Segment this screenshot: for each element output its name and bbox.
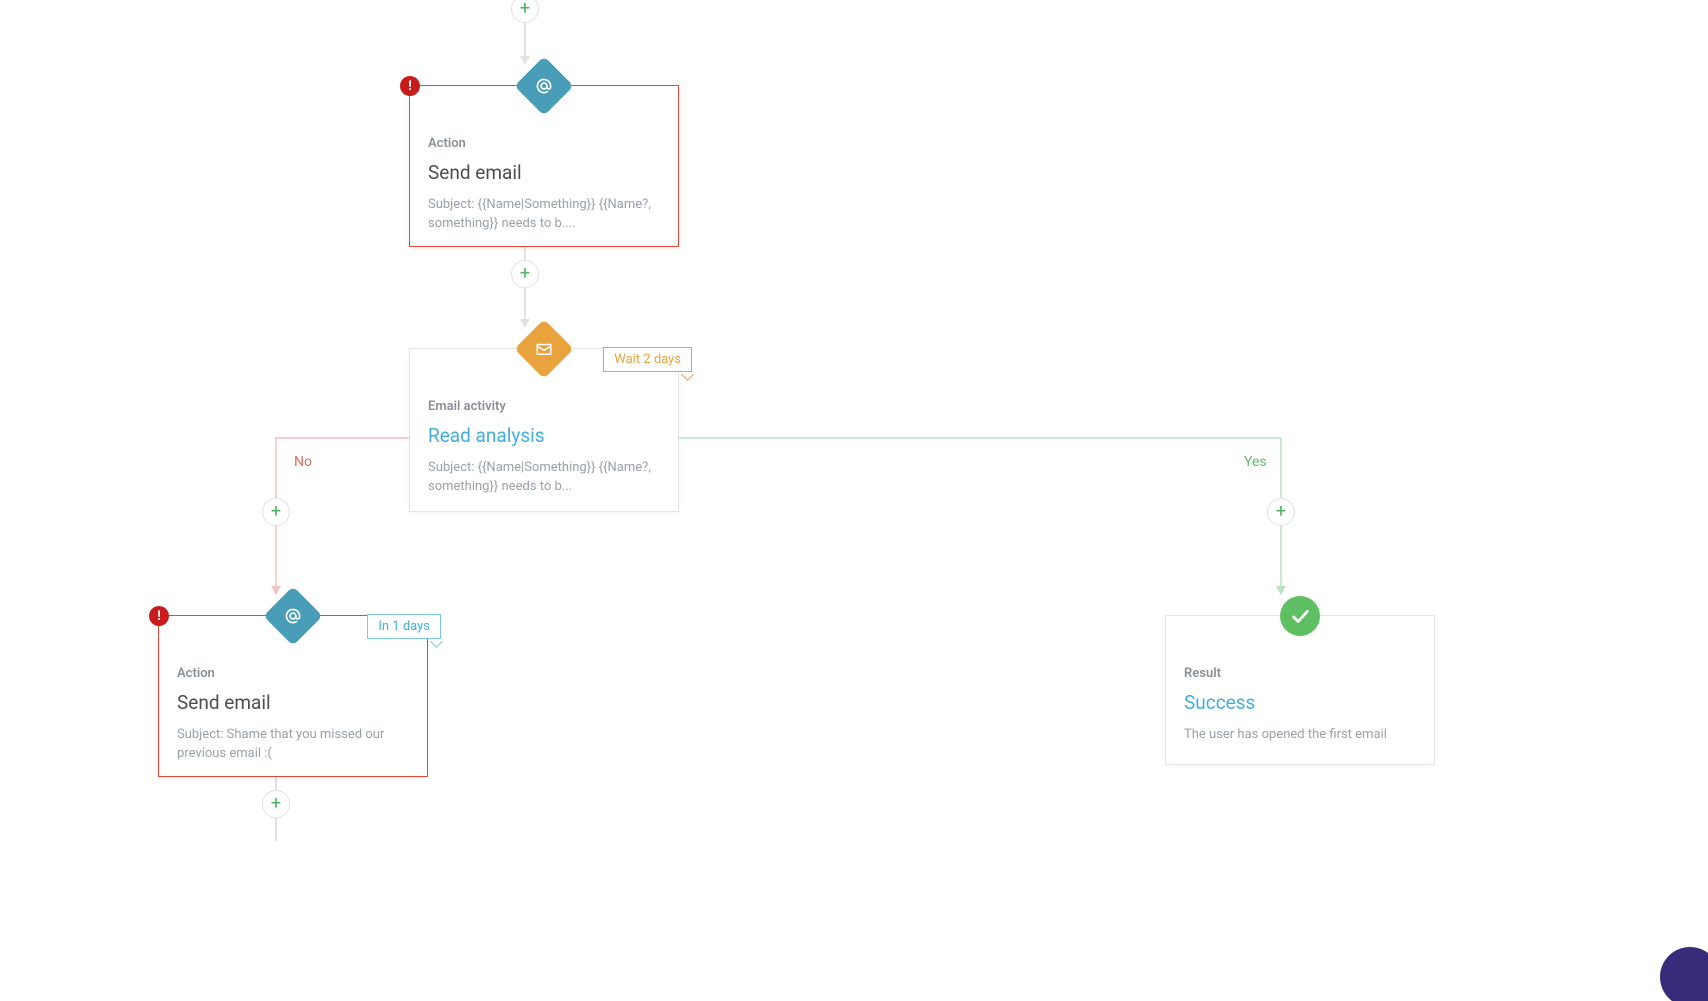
add-node-button[interactable]: +	[262, 790, 290, 818]
node-title: Send email	[428, 161, 660, 184]
plus-icon: +	[1276, 503, 1286, 521]
node-description: The user has opened the first email	[1184, 726, 1416, 745]
check-icon	[1280, 596, 1320, 636]
error-badge: !	[400, 76, 420, 96]
branch-label-no: No	[294, 454, 312, 470]
connector-no	[275, 437, 409, 439]
plus-icon: +	[271, 503, 281, 521]
plus-icon: +	[520, 265, 530, 283]
plus-icon: +	[520, 0, 530, 18]
node-title: Read analysis	[428, 424, 660, 447]
node-category: Action	[177, 666, 409, 681]
node-category: Result	[1184, 666, 1416, 681]
node-description: Subject: {{Name|Something}} {{Name?, som…	[428, 459, 660, 497]
node-description: Subject: {{Name|Something}} {{Name?, som…	[428, 196, 660, 234]
wait-tag: Wait 2 days	[603, 347, 692, 372]
add-node-button[interactable]: +	[262, 498, 290, 526]
error-badge: !	[149, 606, 169, 626]
branch-label-yes: Yes	[1244, 454, 1267, 470]
plus-icon: +	[271, 795, 281, 813]
help-fab[interactable]	[1660, 947, 1708, 1001]
connector-yes	[641, 437, 1281, 439]
add-node-button[interactable]: +	[511, 0, 539, 23]
envelope-icon	[514, 319, 573, 378]
node-description: Subject: Shame that you missed our previ…	[177, 726, 409, 764]
node-action-send-email-2[interactable]: ! In 1 days Action Send email Subject: S…	[158, 615, 428, 777]
node-result-success[interactable]: Result Success The user has opened the f…	[1165, 615, 1435, 765]
node-title: Success	[1184, 691, 1416, 714]
node-condition-read-analysis[interactable]: Wait 2 days Email activity Read analysis…	[409, 348, 679, 512]
node-category: Action	[428, 136, 660, 151]
at-icon	[514, 56, 573, 115]
delay-tag: In 1 days	[367, 614, 441, 639]
add-node-button[interactable]: +	[511, 260, 539, 288]
node-category: Email activity	[428, 399, 660, 414]
node-action-send-email-1[interactable]: ! Action Send email Subject: {{Name|Some…	[409, 85, 679, 247]
workflow-canvas[interactable]: + ! Action Send email Subject: {{Name|So…	[0, 0, 1708, 1001]
add-node-button[interactable]: +	[1267, 498, 1295, 526]
node-title: Send email	[177, 691, 409, 714]
at-icon	[263, 586, 322, 645]
